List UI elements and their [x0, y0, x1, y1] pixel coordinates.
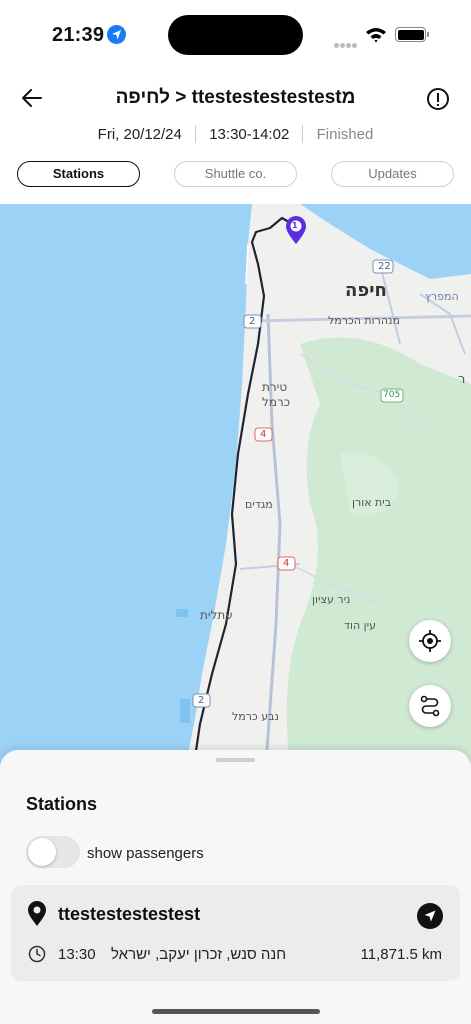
map-label: ניר עציון [312, 593, 351, 606]
map-label: המפרץ [425, 290, 459, 303]
map-label: מגדים [245, 498, 273, 511]
navigate-button[interactable] [417, 903, 443, 929]
meta-divider [302, 125, 304, 144]
map-label: טירת [262, 380, 288, 394]
tab-stations[interactable]: Stations [17, 161, 140, 187]
map-pin-icon [28, 901, 46, 926]
crosshair-icon [419, 630, 441, 652]
route-title: מttestestestestest < לחיפה [115, 87, 356, 108]
ride-status: Finished [316, 125, 374, 143]
map-label: ר [458, 372, 466, 387]
stations-bottom-sheet[interactable]: Stations show passengers ttestestesteste… [0, 750, 471, 1024]
map-label: כרמל [262, 395, 291, 409]
station-distance: 11,871.5 km [360, 946, 442, 963]
alert-info-icon[interactable] [427, 88, 449, 110]
road-number: 2 [249, 316, 256, 327]
battery-icon [395, 27, 429, 42]
map-city-label: חיפה [345, 280, 387, 301]
map-label: נבע כרמל [232, 710, 279, 723]
map-label: מנהרות הכרמל [328, 314, 400, 327]
map-label: עין הוד [344, 619, 377, 632]
status-bar: 21:39 [0, 0, 471, 70]
route-overview-button[interactable] [409, 685, 451, 727]
clock-icon [28, 945, 46, 963]
station-name: ttestestestestest [58, 904, 201, 924]
show-passengers-toggle[interactable] [26, 836, 80, 868]
recenter-location-button[interactable] [409, 620, 451, 662]
sheet-grabber[interactable] [216, 758, 255, 762]
road-number: 22 [378, 261, 391, 272]
location-arrow-icon [107, 25, 126, 44]
tab-updates[interactable]: Updates [331, 161, 454, 187]
cellular-signal-icon [334, 35, 358, 53]
back-arrow-icon[interactable] [18, 84, 46, 112]
sheet-title: Stations [26, 794, 98, 814]
map-label: בית אורן [352, 496, 392, 509]
meta-divider [195, 125, 197, 144]
ride-date: Fri, 20/12/24 [97, 125, 182, 143]
navigation-arrow-icon [424, 910, 436, 922]
road-number: 4 [283, 558, 290, 569]
map-label: עתלית [200, 608, 233, 622]
station-time: 13:30 [58, 946, 96, 963]
ride-meta: Fri, 20/12/24 13:30-14:02 Finished [0, 125, 471, 144]
map-canvas [176, 204, 471, 764]
toggle-label: show passengers [87, 845, 204, 862]
station-marker-number: 1 [292, 221, 298, 230]
tab-shuttle-co[interactable]: Shuttle co. [174, 161, 297, 187]
route-icon [420, 695, 440, 717]
home-indicator[interactable] [152, 1009, 320, 1014]
route-map[interactable]: 22 2 705 4 4 2 1 חיפה המפרץ מנהרות הכרמל… [0, 204, 471, 764]
road-number: 4 [260, 429, 267, 440]
station-address: חנה סנש, זכרון יעקב, ישראל [111, 946, 287, 963]
station-card[interactable]: ttestestestestest 13:30 חנה סנש, זכרון י… [11, 885, 460, 981]
dynamic-island [168, 15, 303, 55]
status-time: 21:39 [52, 24, 105, 46]
tab-bar: Stations Shuttle co. Updates [17, 161, 454, 187]
road-number: 705 [383, 390, 401, 400]
wifi-icon [366, 28, 386, 43]
ride-header: מttestestestestest < לחיפה Fri, 20/12/24… [0, 70, 471, 204]
road-number: 2 [198, 695, 205, 706]
ride-time-range: 13:30-14:02 [209, 125, 290, 143]
